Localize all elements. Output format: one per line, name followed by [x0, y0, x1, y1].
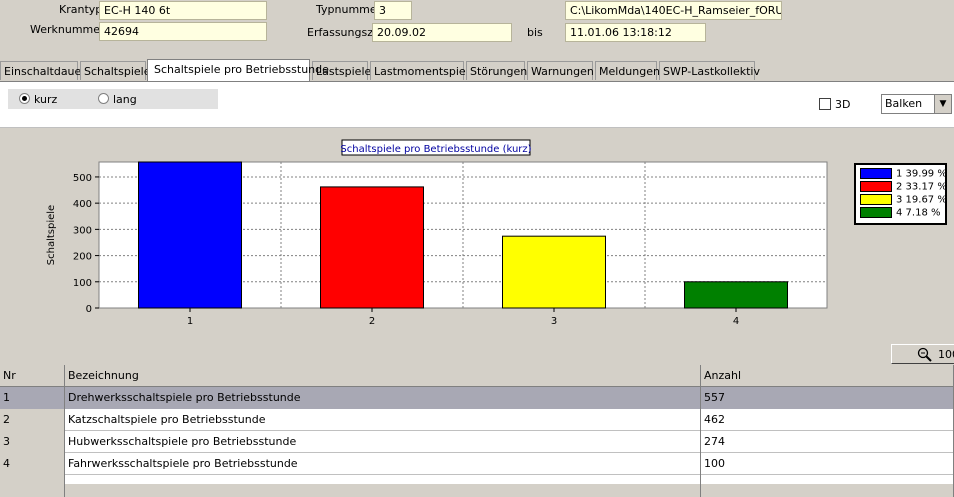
row-bezeichnung: Drehwerksschaltspiele pro Betriebsstunde — [65, 387, 701, 409]
tab-einschaltdauer[interactable]: Einschaltdauer — [0, 61, 86, 80]
legend-item: 1 39.99 % — [860, 168, 947, 180]
legend-swatch — [860, 181, 892, 192]
x-tick-label: 2 — [369, 316, 375, 327]
bar-4 — [684, 281, 788, 309]
row-bezeichnung: Hubwerksschaltspiele pro Betriebsstunde — [65, 431, 701, 453]
table-row[interactable]: 2 Katzschaltspiele pro Betriebsstunde 46… — [0, 409, 954, 431]
checkbox-3d-label[interactable]: 3D — [835, 98, 850, 111]
row-bezeichnung: Katzschaltspiele pro Betriebsstunde — [65, 409, 701, 431]
tab-warnungen[interactable]: Warnungen — [527, 61, 594, 80]
legend-label: 2 33.17 % — [896, 181, 947, 193]
row-nr: 2 — [0, 409, 65, 431]
typnummer-field[interactable]: 3 — [374, 1, 412, 20]
x-tick-label: 3 — [551, 316, 557, 327]
magnifier-icon — [917, 347, 932, 362]
table-header: Nr Bezeichnung Anzahl — [0, 365, 954, 387]
tab-lastmomentspiele[interactable]: Lastmomentspiele — [370, 61, 476, 80]
bar-3 — [502, 235, 606, 309]
legend-swatch — [860, 207, 892, 218]
radio-kurz[interactable] — [19, 93, 30, 104]
x-ticks: 1 2 3 4 — [187, 308, 739, 327]
row-anzahl: 462 — [701, 409, 954, 431]
chart-type-value: Balken — [885, 97, 923, 110]
table-row[interactable]: 3 Hubwerksschaltspiele pro Betriebsstund… — [0, 431, 954, 453]
typnummer-label: Typnummer — [316, 3, 382, 16]
y-tick-label: 0 — [86, 304, 92, 315]
y-tick-label: 400 — [73, 199, 92, 210]
legend-label: 3 19.67 % — [896, 194, 947, 206]
row-bezeichnung: Fahrwerksschaltspiele pro Betriebsstunde — [65, 453, 701, 475]
bis-label: bis — [527, 26, 543, 39]
data-table: Nr Bezeichnung Anzahl 1 Drehwerksschalts… — [0, 365, 954, 497]
chart-title: Schaltspiele pro Betriebsstunde (kurz) — [340, 144, 531, 155]
table-row[interactable]: 4 Fahrwerksschaltspiele pro Betriebsstun… — [0, 453, 954, 475]
y-axis-label: Schaltspiele — [46, 205, 57, 265]
werknummer-label: Werknummer — [30, 23, 105, 36]
bar-2 — [320, 186, 424, 309]
krantyp-field[interactable]: EC-H 140 6t — [99, 1, 267, 20]
tab-swp-lastkollektiv[interactable]: SWP-Lastkollektiv — [659, 61, 760, 80]
x-tick-label: 1 — [187, 316, 193, 327]
column-header-anzahl[interactable]: Anzahl — [701, 365, 954, 387]
table-row[interactable]: 1 Drehwerksschaltspiele pro Betriebsstun… — [0, 387, 954, 409]
options-panel: kurz lang 3D Balken ▼ — [0, 81, 954, 127]
erfassungszeit-field[interactable]: 20.09.02 — [372, 23, 512, 42]
bar-1 — [138, 161, 242, 309]
legend-item: 3 19.67 % — [860, 194, 947, 206]
radio-lang-label[interactable]: lang — [113, 93, 137, 106]
chevron-down-icon[interactable]: ▼ — [934, 95, 951, 113]
row-anzahl: 274 — [701, 431, 954, 453]
row-anzahl-empty — [701, 475, 954, 497]
werknummer-field[interactable]: 42694 — [99, 22, 267, 41]
x-tick-label: 4 — [733, 316, 739, 327]
legend-label: 1 39.99 % — [896, 168, 947, 180]
legend-swatch — [860, 194, 892, 205]
y-tick-label: 200 — [73, 252, 92, 263]
row-anzahl: 100 — [701, 453, 954, 475]
file-path-field[interactable]: C:\LikomMda\140EC-H_Ramseier_fORUM. — [565, 1, 782, 20]
column-header-nr[interactable]: Nr — [0, 365, 65, 387]
legend-swatch — [860, 168, 892, 179]
mode-radio-group: kurz lang — [8, 89, 218, 109]
radio-lang[interactable] — [98, 93, 109, 104]
table-row-empty — [0, 475, 954, 497]
row-nr: 4 — [0, 453, 65, 475]
tab-stoerungen[interactable]: Störungen — [466, 61, 527, 80]
bis-field[interactable]: 11.01.06 13:18:12 — [565, 23, 706, 42]
row-nr: 1 — [0, 387, 65, 409]
row-nr-empty — [0, 475, 65, 497]
column-header-bezeichnung[interactable]: Bezeichnung — [65, 365, 701, 387]
y-ticks: 0 100 200 300 400 500 — [73, 173, 99, 315]
chart-type-select[interactable]: Balken ▼ — [881, 94, 952, 114]
y-tick-label: 100 — [73, 278, 92, 289]
row-bezeichnung-empty — [65, 475, 701, 497]
row-nr: 3 — [0, 431, 65, 453]
zoom-button[interactable]: 100 — [891, 344, 954, 364]
legend-label: 4 7.18 % — [896, 207, 941, 219]
tab-bar: Einschaltdauer Schaltspiele Schaltspiele… — [0, 59, 954, 81]
row-anzahl: 557 — [701, 387, 954, 409]
legend-item: 4 7.18 % — [860, 207, 941, 219]
chart-legend: 1 39.99 % 2 33.17 % 3 19.67 % 4 7.18 % — [854, 163, 947, 225]
tab-schaltspiele[interactable]: Schaltspiele — [80, 61, 150, 80]
zoom-level: 100 — [938, 348, 954, 361]
tab-meldungen[interactable]: Meldungen — [595, 61, 660, 80]
bar-chart: Schaltspiele pro Betriebsstunde (kurz) 0… — [46, 139, 828, 327]
checkbox-3d[interactable] — [819, 98, 831, 110]
legend-item: 2 33.17 % — [860, 181, 947, 193]
y-tick-label: 500 — [73, 173, 92, 184]
radio-kurz-label[interactable]: kurz — [34, 93, 57, 106]
krantyp-label: Krantyp — [59, 3, 103, 16]
y-tick-label: 300 — [73, 225, 92, 236]
tab-schaltspiele-pro-betriebsstunde[interactable]: Schaltspiele pro Betriebsstunde — [147, 59, 329, 81]
